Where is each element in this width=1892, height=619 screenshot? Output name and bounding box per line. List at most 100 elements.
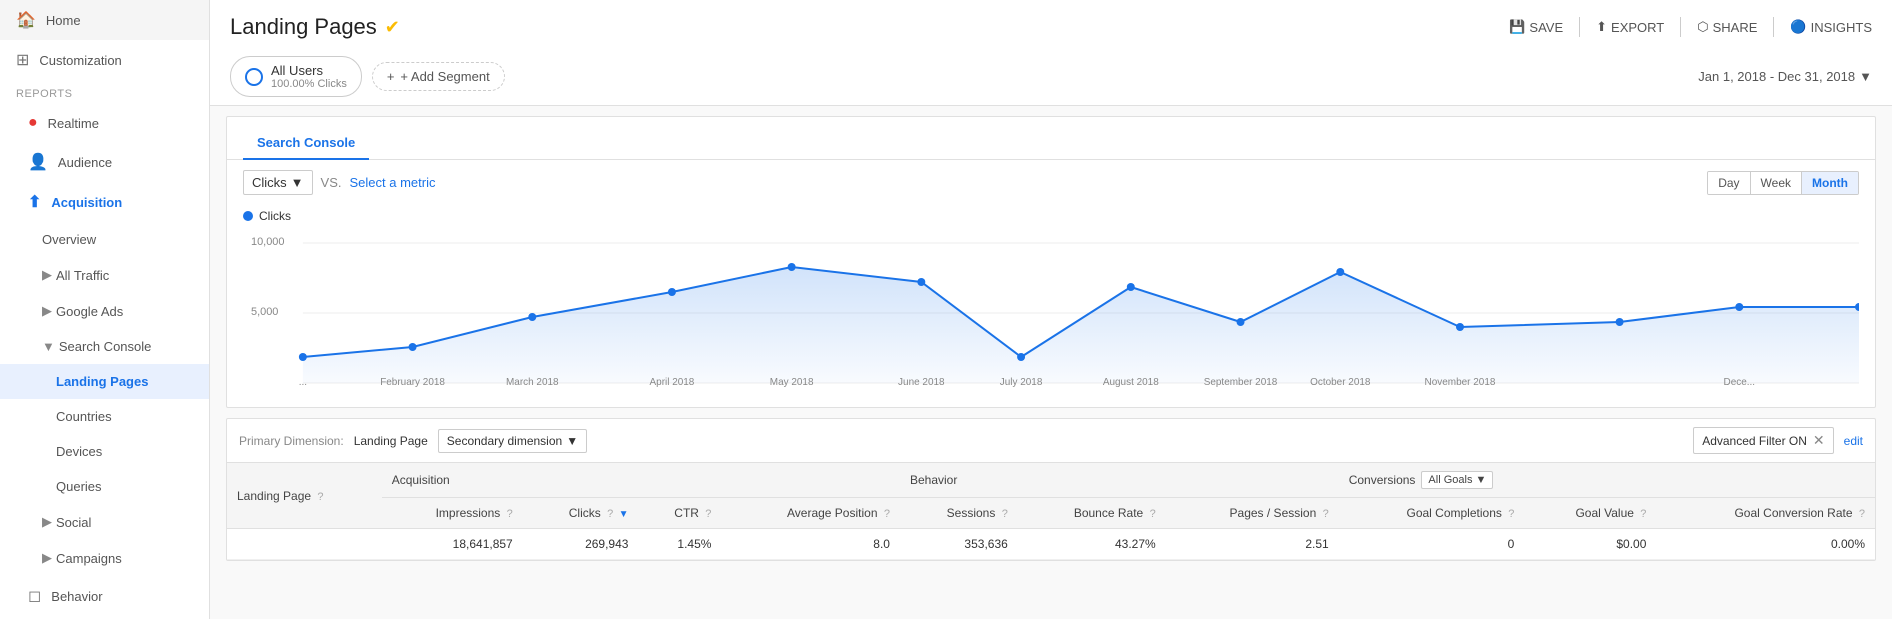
save-button[interactable]: 💾 SAVE (1509, 19, 1563, 35)
svg-text:May 2018: May 2018 (770, 377, 814, 387)
sidebar-item-countries[interactable]: Countries (0, 399, 209, 434)
col-pages-session[interactable]: Pages / Session ? (1166, 498, 1339, 529)
time-btn-week[interactable]: Week (1751, 172, 1802, 194)
sidebar-item-behavior[interactable]: ◻ Behavior (0, 576, 209, 616)
acquisition-icon: ⬆ (28, 192, 41, 212)
totals-goal-conversion-rate: 0.00% (1656, 529, 1875, 560)
time-btn-month[interactable]: Month (1802, 172, 1858, 194)
col-group-behavior: Behavior (900, 463, 1339, 498)
help-icon[interactable]: ? (607, 508, 613, 520)
col-goal-value[interactable]: Goal Value ? (1524, 498, 1656, 529)
divider (1579, 17, 1580, 37)
segment-info: All Users 100.00% Clicks (271, 63, 347, 90)
svg-text:August 2018: August 2018 (1103, 377, 1159, 387)
totals-impressions: 18,641,857 (382, 529, 523, 560)
secondary-dimension-button[interactable]: Secondary dimension ▼ (438, 429, 587, 453)
help-icon[interactable]: ? (1508, 508, 1514, 520)
vs-label: VS. (321, 175, 342, 190)
totals-goal-completions: 0 (1339, 529, 1525, 560)
sidebar-item-overview[interactable]: Overview (0, 222, 209, 257)
svg-text:November 2018: November 2018 (1425, 377, 1496, 387)
sidebar-item-all-traffic[interactable]: ▶ All Traffic (0, 257, 209, 293)
home-icon: 🏠 (16, 10, 36, 30)
col-ctr[interactable]: CTR ? (638, 498, 721, 529)
sidebar-item-customization[interactable]: ⊞ Customization (0, 40, 209, 80)
insights-button[interactable]: 🔵 INSIGHTS (1790, 19, 1872, 35)
sidebar-item-realtime[interactable]: ● Realtime (0, 104, 209, 142)
sidebar-item-home[interactable]: 🏠 Home (0, 0, 209, 40)
add-segment-button[interactable]: + + Add Segment (372, 62, 505, 91)
legend-label: Clicks (259, 209, 291, 223)
save-icon: 💾 (1509, 19, 1525, 35)
col-goal-completions[interactable]: Goal Completions ? (1339, 498, 1525, 529)
segment-all-users[interactable]: All Users 100.00% Clicks (230, 56, 362, 97)
col-avg-position[interactable]: Average Position ? (721, 498, 900, 529)
sidebar-item-google-ads[interactable]: ▶ Google Ads (0, 293, 209, 329)
behavior-icon: ◻ (28, 586, 41, 606)
chevron-down-icon: ▼ (1859, 69, 1872, 84)
sidebar-item-campaigns[interactable]: ▶ Campaigns (0, 540, 209, 576)
divider (1680, 17, 1681, 37)
top-actions: 💾 SAVE ⬆ EXPORT ⬡ SHARE 🔵 INSIGHTS (1509, 17, 1872, 37)
primary-dimension-value: Landing Page (354, 434, 428, 448)
help-icon[interactable]: ? (705, 508, 711, 520)
help-icon[interactable]: ? (1150, 508, 1156, 520)
insights-icon: 🔵 (1790, 19, 1806, 35)
help-icon[interactable]: ? (1002, 508, 1008, 520)
col-landing-page[interactable]: Landing Page ? (227, 463, 382, 529)
help-icon[interactable]: ? (507, 508, 513, 520)
svg-text:5,000: 5,000 (251, 306, 278, 318)
realtime-icon: ● (28, 114, 38, 132)
totals-label (227, 529, 382, 560)
svg-text:March 2018: March 2018 (506, 377, 559, 387)
export-button[interactable]: ⬆ EXPORT (1596, 19, 1664, 35)
col-bounce-rate[interactable]: Bounce Rate ? (1018, 498, 1166, 529)
segment-circle (245, 68, 263, 86)
svg-text:...: ... (299, 377, 307, 387)
metric-dropdown[interactable]: Clicks ▼ (243, 170, 313, 195)
table-section: Primary Dimension: Landing Page Secondar… (226, 418, 1876, 561)
select-metric[interactable]: Select a metric (350, 175, 436, 190)
help-icon[interactable]: ? (884, 508, 890, 520)
svg-text:Dece...: Dece... (1724, 377, 1756, 387)
col-sessions[interactable]: Sessions ? (900, 498, 1018, 529)
totals-sessions: 353,636 (900, 529, 1018, 560)
sidebar-item-search-console[interactable]: ▼ Search Console (0, 329, 209, 364)
help-icon[interactable]: ? (1640, 508, 1646, 520)
primary-dimension-label: Primary Dimension: (239, 434, 344, 448)
all-goals-dropdown[interactable]: All Goals ▼ (1421, 471, 1493, 489)
grid-icon: ⊞ (16, 50, 29, 70)
divider (1773, 17, 1774, 37)
chevron-down-icon: ▼ (1475, 474, 1486, 486)
totals-pages-session: 2.51 (1166, 529, 1339, 560)
sidebar-item-devices[interactable]: Devices (0, 434, 209, 469)
sidebar-item-landing-pages[interactable]: Landing Pages (0, 364, 209, 399)
edit-filter-link[interactable]: edit (1844, 434, 1863, 448)
filter-clear-button[interactable]: ✕ (1813, 432, 1825, 449)
svg-text:February 2018: February 2018 (380, 377, 445, 387)
sidebar-item-queries[interactable]: Queries (0, 469, 209, 504)
sidebar-item-acquisition[interactable]: ⬆ Acquisition (0, 182, 209, 222)
plus-icon: + (387, 69, 395, 84)
svg-text:July 2018: July 2018 (1000, 377, 1043, 387)
help-icon[interactable]: ? (317, 491, 323, 503)
help-icon[interactable]: ? (1859, 508, 1865, 520)
date-range[interactable]: Jan 1, 2018 - Dec 31, 2018 ▼ (1698, 69, 1872, 84)
tab-search-console[interactable]: Search Console (243, 127, 369, 160)
chart-area: 10,000 5,000 (227, 227, 1875, 407)
chart-svg: 10,000 5,000 (243, 227, 1859, 387)
col-clicks[interactable]: Clicks ? ▼ (523, 498, 639, 529)
top-bar: Landing Pages ✔ 💾 SAVE ⬆ EXPORT ⬡ SHARE … (210, 0, 1892, 48)
audience-icon: 👤 (28, 152, 48, 172)
sidebar-item-social[interactable]: ▶ Social (0, 504, 209, 540)
col-goal-conversion-rate[interactable]: Goal Conversion Rate ? (1656, 498, 1875, 529)
chart-legend: Clicks (227, 205, 1875, 227)
svg-text:October 2018: October 2018 (1310, 377, 1371, 387)
legend-dot (243, 211, 253, 221)
data-table: Landing Page ? Acquisition Behavior Conv… (227, 463, 1875, 560)
share-button[interactable]: ⬡ SHARE (1697, 19, 1757, 35)
col-impressions[interactable]: Impressions ? (382, 498, 523, 529)
time-btn-day[interactable]: Day (1708, 172, 1750, 194)
sidebar-item-audience[interactable]: 👤 Audience (0, 142, 209, 182)
help-icon[interactable]: ? (1323, 508, 1329, 520)
